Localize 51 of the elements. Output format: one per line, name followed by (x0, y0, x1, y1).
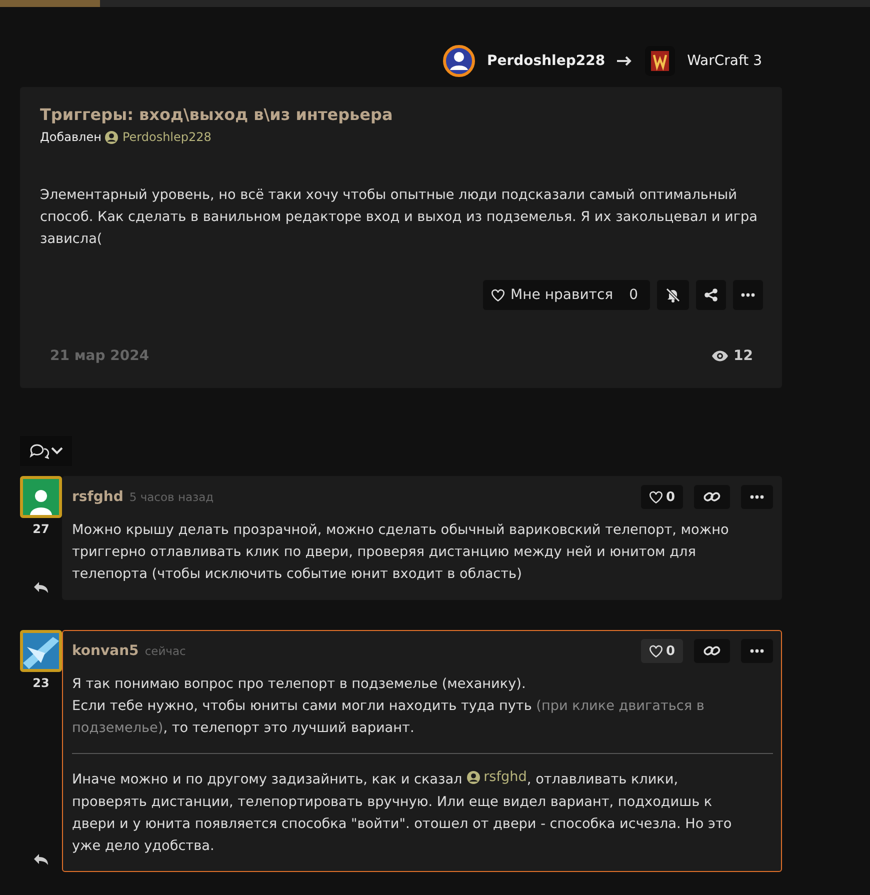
link-button[interactable] (694, 485, 730, 509)
like-button[interactable]: Мне нравится 0 (482, 280, 650, 310)
post-title: Триггеры: вход\выход в\из интерьера (40, 105, 394, 124)
comment-time: 5 часов назад (129, 490, 214, 504)
user-icon (466, 770, 480, 784)
comment-text: Можно крышу делать прозрачной, можно сделать обычный вариковский телепорт, можно триггерно отлавливать клик по двери, проверяя дистанцию между ней и юнитом для телепорта (чтобы исключить событие юнит входит в область) (72, 521, 730, 584)
more-button[interactable] (741, 639, 773, 663)
heart-icon (648, 490, 663, 504)
link-button[interactable] (694, 639, 730, 663)
comment-text: Иначе можно и по другому задизайнить, как и сказал rsfghd, отлавливать клики, проверять дистанции, телепортировать вручную. Или еще видел вариант, подходишь к двери и у юнита появляется способка "войти". отошел от двери - способка исчезла. Но это уже дело удобства. (72, 766, 753, 856)
chat-bubbles-icon (29, 443, 49, 459)
sort-button[interactable] (20, 436, 72, 466)
comment-author[interactable]: rsfghd (72, 489, 124, 505)
like-button[interactable]: 0 (640, 485, 683, 509)
more-button[interactable] (741, 485, 773, 509)
user-mention-link[interactable]: rsfghd (466, 766, 527, 788)
more-icon (750, 495, 764, 499)
comment-text: Если тебе нужно, чтобы юниты сами могли находить туда путь (при клике двигаться в подземелье), то телепорт это лучший вариант. (72, 697, 706, 738)
reply-icon (33, 852, 49, 866)
more-button[interactable] (733, 280, 763, 310)
post-date: 21 мар 2024 (50, 348, 150, 364)
game-name[interactable]: WarCraft 3 (687, 53, 762, 69)
reply-icon (33, 581, 49, 594)
user-icon (105, 130, 118, 144)
user-avatar[interactable] (20, 476, 62, 518)
eye-icon (710, 350, 729, 362)
arrow-right-icon (617, 56, 634, 66)
user-rank: 23 (32, 676, 50, 690)
more-icon (750, 649, 764, 653)
more-icon (741, 293, 755, 297)
reply-button[interactable] (33, 581, 49, 594)
heart-icon (648, 644, 663, 658)
notifications-button[interactable] (657, 280, 689, 310)
like-button[interactable]: 0 (640, 639, 683, 663)
author-link[interactable]: Perdoshlep228 (105, 130, 212, 144)
share-icon (704, 288, 718, 302)
comment-text: Я так понимаю вопрос про телепорт в подземелье (механику). (72, 675, 527, 694)
reply-button[interactable] (33, 852, 49, 866)
chevron-down-icon (51, 447, 63, 455)
bell-off-icon (665, 287, 681, 303)
user-rank: 27 (32, 522, 50, 536)
avatar-icon (442, 45, 475, 77)
heart-icon (490, 288, 505, 302)
comment-author[interactable]: konvan5 (72, 643, 139, 659)
thread-author[interactable]: Perdoshlep228 (486, 53, 606, 69)
share-button[interactable] (696, 280, 726, 310)
added-label: Добавлен (40, 130, 102, 144)
post-body: Элементарный уровень, но всё таки хочу чтобы опытные люди подсказали самый оптимальный способ. Как сделать в ванильном редакторе вход и выход из подземелья. Я их закольцевал и игра зависла( (40, 186, 758, 249)
view-count: 12 (710, 348, 753, 364)
user-avatar[interactable] (20, 630, 62, 672)
comment-time: сейчас (144, 644, 186, 658)
